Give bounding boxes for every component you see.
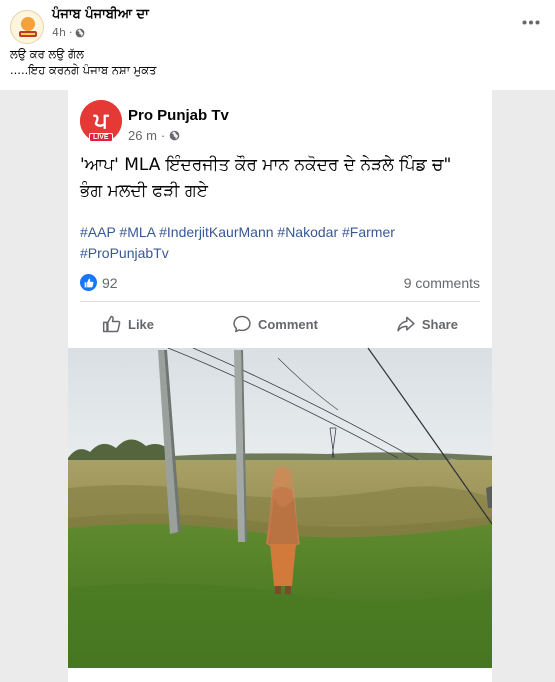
outer-post-header: ਪੰਜਾਬ ਪੰਜਾਬੀਆ ਦਾ 4h · ਲਉ ਕਰ ਲਉ ਗੱਲ .....…: [0, 0, 555, 90]
ellipsis-icon: [522, 20, 540, 24]
share-label: Share: [421, 316, 458, 332]
text-line: 'ਆਪ' MLA ਇੰਦਰਜੀਤ ਕੌਰ ਮਾਨ ਨਕੋਦਰ ਦੇ ਨੇੜਲੇ …: [80, 155, 452, 175]
page-avatar[interactable]: [10, 10, 44, 44]
more-options-button[interactable]: [519, 12, 543, 32]
like-reaction-icon: [80, 274, 97, 291]
hashtags: #AAP #MLA #InderjitKaurMann #Nakodar #Fa…: [80, 222, 482, 264]
shared-post-card: ਪ LIVE Pro Punjab Tv 26 m · 'ਆਪ' MLA ਇੰਦ…: [68, 90, 492, 682]
page-name[interactable]: ਪੰਜਾਬ ਪੰਜਾਬੀਆ ਦਾ: [52, 7, 149, 22]
post-caption: ਲਉ ਕਰ ਲਉ ਗੱਲ .....ਇਹ ਕਰਨਗੇ ਪੰਜਾਬ ਨਸ਼ਾ ਮੁ…: [10, 46, 156, 78]
hashtag-line: #AAP #MLA #InderjitKaurMann #Nakodar #Fa…: [80, 224, 395, 240]
comment-button: Comment: [210, 310, 340, 338]
logo-glyph: ਪ: [93, 109, 110, 134]
caption-line: .....ਇਹ ਕਰਨਗੇ ਪੰਜਾਬ ਨਸ਼ਾ ਮੁਕਤ: [10, 63, 157, 77]
globe-icon: [169, 130, 180, 141]
post-photo: [68, 348, 492, 668]
reaction-count: 92: [102, 274, 118, 291]
shared-page-name: Pro Punjab Tv: [128, 107, 229, 124]
like-label: Like: [128, 316, 155, 332]
globe-icon: [76, 28, 85, 37]
comments-count: 9 comments: [403, 275, 480, 291]
shared-page-avatar: ਪ LIVE: [80, 100, 122, 142]
page-logo-icon: [12, 12, 43, 43]
caption-line: ਲਉ ਕਰ ਲਉ ਗੱਲ: [10, 47, 84, 61]
shared-post-text: 'ਆਪ' MLA ਇੰਦਰਜੀਤ ਕੌਰ ਮਾਨ ਨਕੋਦਰ ਦੇ ਨੇੜਲੇ …: [80, 152, 482, 204]
shared-post-time: 26 m: [128, 128, 157, 143]
share-button: Share: [374, 310, 480, 338]
live-badge: LIVE: [89, 133, 113, 142]
comment-bubble-icon: [233, 315, 251, 333]
shared-post-meta: 26 m ·: [128, 128, 180, 143]
divider: [80, 301, 480, 302]
post-meta: 4h ·: [52, 26, 85, 39]
hashtag-line: #ProPunjabTv: [80, 245, 169, 261]
action-bar: Like Comment Share: [80, 308, 480, 340]
field-photo: [68, 348, 492, 668]
like-button: Like: [80, 310, 176, 338]
comment-label: Comment: [257, 316, 318, 332]
shared-post-image[interactable]: ਪ LIVE Pro Punjab Tv 26 m · 'ਆਪ' MLA ਇੰਦ…: [0, 90, 555, 682]
text-line: ਭੰਗ ਮਲਦੀ ਫੜੀ ਗਏ: [80, 181, 208, 201]
thumbs-up-icon: [102, 315, 121, 333]
share-arrow-icon: [397, 316, 415, 332]
post-time[interactable]: 4h: [52, 26, 66, 39]
reactions-summary: 92: [80, 274, 118, 291]
